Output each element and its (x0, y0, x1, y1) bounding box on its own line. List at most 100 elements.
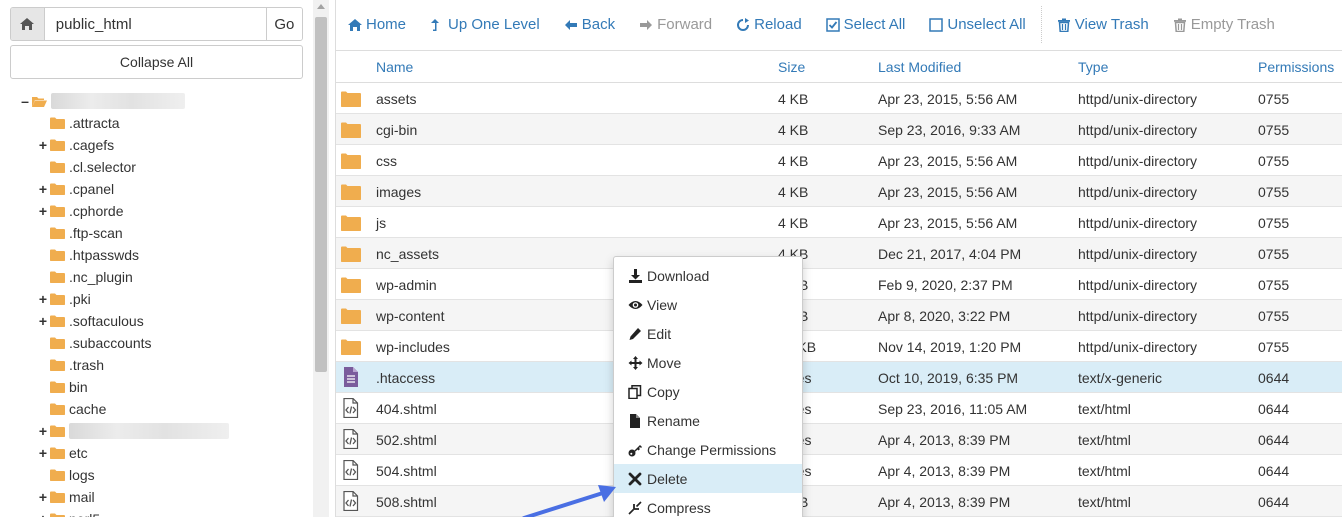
eye-icon (628, 300, 642, 309)
collapse-all-button[interactable]: Collapse All (10, 45, 303, 79)
expand-icon[interactable]: + (36, 489, 50, 505)
home-directory-button[interactable] (11, 8, 45, 40)
pencil-icon (629, 327, 641, 340)
tree-item[interactable]: bin (36, 376, 88, 398)
toolbar-button-label: Home (366, 16, 407, 33)
expand-icon[interactable]: + (36, 181, 50, 197)
view-trash-button[interactable]: View Trash (1045, 6, 1161, 43)
tree-item[interactable]: .htpasswds (36, 244, 139, 266)
tree-item[interactable]: cache (36, 398, 106, 420)
file-row[interactable]: 508.shtml3 KBApr 4, 2013, 8:39 PMtext/ht… (336, 486, 1342, 517)
reload-button[interactable]: Reload (724, 6, 814, 43)
tree-item[interactable]: .cl.selector (36, 156, 136, 178)
column-permissions[interactable]: Permissions (1258, 59, 1334, 75)
file-row[interactable]: cgi-bin 4 KB Sep 23, 2016, 9:33 AM httpd/un… (336, 114, 1342, 145)
tree-item[interactable]: + (36, 420, 229, 442)
code-file-icon (343, 459, 359, 481)
empty-trash-button[interactable]: Empty Trash (1161, 6, 1287, 43)
redacted-label (69, 423, 229, 439)
expand-icon[interactable]: + (36, 137, 50, 153)
unselect-all-button[interactable]: Unselect All (917, 6, 1037, 43)
context-menu-copy[interactable]: Copy (614, 377, 802, 406)
file-type: httpd/unix-directory (1078, 308, 1198, 324)
file-row[interactable]: .htaccessbytesOct 10, 2019, 6:35 PMtext/… (336, 362, 1342, 393)
tree-item[interactable]: + .softaculous (36, 310, 144, 332)
column-type[interactable]: Type (1078, 59, 1108, 75)
file-row[interactable]: css 4 KB Apr 23, 2015, 5:56 AM httpd/unix-d… (336, 145, 1342, 176)
file-row[interactable]: wp-content4 KBApr 8, 2020, 3:22 PMhttpd/… (336, 300, 1342, 331)
collapse-icon[interactable]: – (18, 93, 32, 109)
file-row[interactable]: js 4 KB Apr 23, 2015, 5:56 AM httpd/unix-di… (336, 207, 1342, 238)
expand-icon[interactable]: + (36, 445, 50, 461)
tree-item[interactable]: + perl5 (36, 508, 100, 517)
file-row[interactable]: wp-admin4 KBFeb 9, 2020, 2:37 PMhttpd/un… (336, 269, 1342, 300)
select-all-button[interactable]: Select All (814, 6, 918, 43)
tree-item[interactable]: + .pki (36, 288, 91, 310)
expand-icon[interactable]: + (36, 511, 50, 517)
expand-icon[interactable]: + (36, 313, 50, 329)
path-input[interactable] (44, 8, 266, 40)
file-row[interactable]: 502.shtmlbytesApr 4, 2013, 8:39 PMtext/h… (336, 424, 1342, 455)
tree-item[interactable]: + .cagefs (36, 134, 114, 156)
go-button[interactable]: Go (265, 8, 302, 40)
file-row[interactable]: nc_assets 4 KB Dec 21, 2017, 4:04 PM httpd/… (336, 238, 1342, 269)
tree-item[interactable]: + etc (36, 442, 88, 464)
tree-item-label: bin (69, 379, 88, 395)
code-file-icon (343, 428, 359, 450)
tree-item[interactable]: .attracta (36, 112, 120, 134)
tree-item[interactable]: logs (36, 464, 95, 486)
expand-icon[interactable]: + (36, 291, 50, 307)
tree-item[interactable]: + mail (36, 486, 95, 508)
file-row[interactable]: 404.shtmlbytesSep 23, 2016, 11:05 AMtext… (336, 393, 1342, 424)
up-one-level-button[interactable]: Up One Level (418, 6, 552, 43)
context-menu-view[interactable]: View (614, 290, 802, 319)
context-menu: Download View Edit Move Copy Rename Change Per… (613, 256, 803, 517)
context-menu-label: Delete (647, 470, 688, 487)
file-row[interactable]: assets 4 KB Apr 23, 2015, 5:56 AM httpd/uni… (336, 83, 1342, 114)
tree-item[interactable]: + .cpanel (36, 178, 114, 200)
file-modified: Apr 4, 2013, 8:39 PM (878, 494, 1011, 510)
tree-item[interactable]: .trash (36, 354, 104, 376)
tree-item-label: .pki (69, 291, 91, 307)
column-size[interactable]: Size (778, 59, 805, 75)
scroll-up-icon[interactable] (317, 4, 325, 9)
context-menu-edit[interactable]: Edit (614, 319, 802, 348)
context-menu-label: View (647, 296, 678, 313)
expand-icon[interactable]: + (36, 423, 50, 439)
folder-icon (50, 359, 65, 371)
context-menu-download[interactable]: Download (614, 261, 802, 290)
forward-button[interactable]: Forward (627, 6, 724, 43)
home-button[interactable]: Home (336, 6, 418, 43)
file-row[interactable]: wp-includes12 KBNov 14, 2019, 1:20 PMhtt… (336, 331, 1342, 362)
tree-item[interactable]: – (18, 90, 185, 112)
context-menu-move[interactable]: Move (614, 348, 802, 377)
file-row[interactable]: 504.shtmlbytesApr 4, 2013, 8:39 PMtext/h… (336, 455, 1342, 486)
file-modified: Nov 14, 2019, 1:20 PM (878, 339, 1022, 355)
file-row[interactable]: images 4 KB Apr 23, 2015, 5:56 AM httpd/uni… (336, 176, 1342, 207)
tree-item-label: .cl.selector (69, 159, 136, 175)
context-menu-compress[interactable]: Compress (614, 493, 802, 517)
context-menu-change-permissions[interactable]: Change Permissions (614, 435, 802, 464)
tree-item[interactable]: .ftp-scan (36, 222, 123, 244)
tree-item[interactable]: .subaccounts (36, 332, 152, 354)
file-list-panel: Home Up One Level Back Forward Reload Select … (335, 0, 1342, 517)
expand-icon[interactable]: + (36, 203, 50, 219)
scrollbar-thumb[interactable] (315, 17, 327, 372)
file-modified: Apr 23, 2015, 5:56 AM (878, 153, 1018, 169)
tree-item-label: .cpanel (69, 181, 115, 197)
file-name: wp-content (376, 308, 445, 324)
refresh-icon (737, 17, 750, 31)
back-button[interactable]: Back (552, 6, 627, 43)
context-menu-rename[interactable]: Rename (614, 406, 802, 435)
column-name[interactable]: Name (376, 59, 413, 75)
annotation-arrow-icon (522, 485, 616, 517)
tree-item[interactable]: .nc_plugin (36, 266, 133, 288)
checkbox-empty-icon (929, 17, 944, 32)
folder-icon (50, 337, 65, 349)
toolbar-button-label: Reload (754, 16, 802, 33)
context-menu-delete[interactable]: Delete (614, 464, 802, 493)
tree-scrollbar[interactable] (313, 0, 329, 517)
tree-item[interactable]: + .cphorde (36, 200, 124, 222)
column-last-modified[interactable]: Last Modified (878, 59, 961, 75)
context-menu-label: Change Permissions (647, 441, 777, 458)
